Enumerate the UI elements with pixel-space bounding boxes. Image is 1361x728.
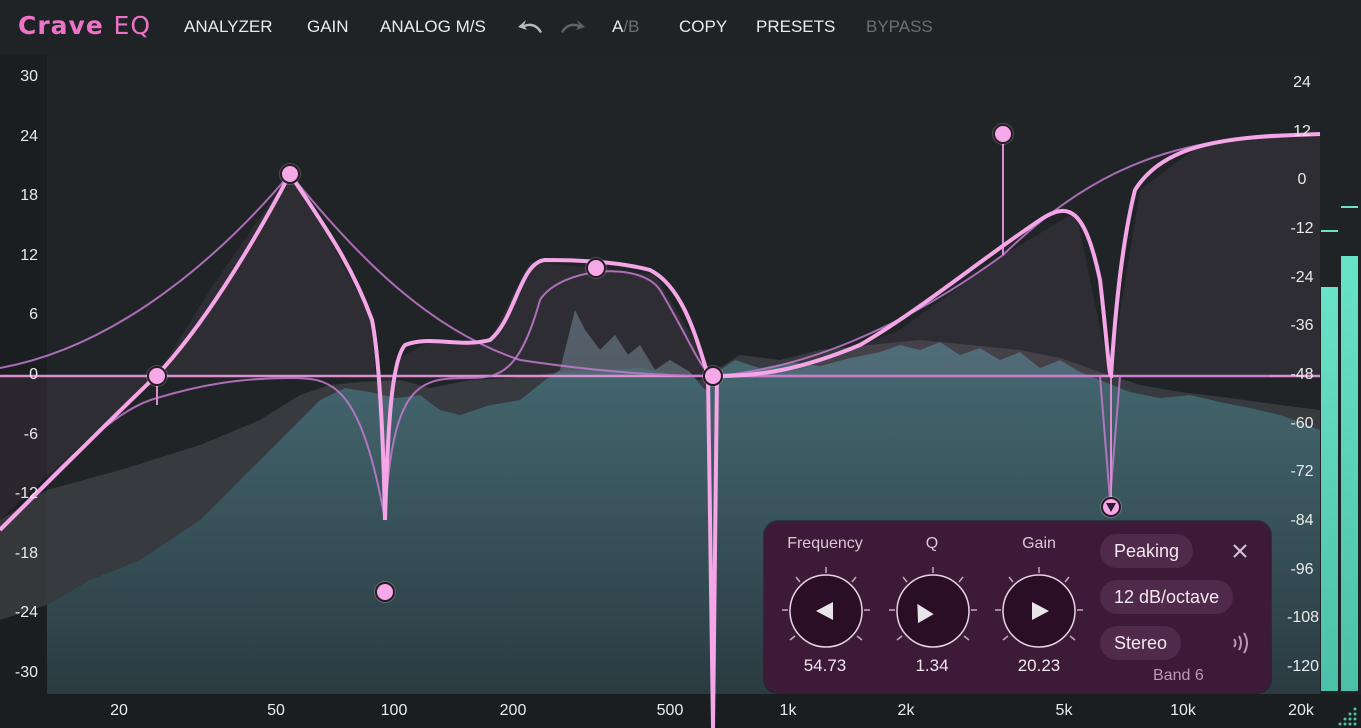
y-tick: 30 [20,68,38,85]
filter-type-select[interactable]: Peaking [1100,534,1194,568]
y-right-tick: -60 [1290,415,1314,432]
y-tick: -30 [14,664,38,681]
band-handle-4[interactable] [585,257,607,279]
band-handle-2[interactable] [279,163,301,185]
band-label: Band 6 [1153,667,1204,684]
y-tick: 6 [29,306,38,323]
y-tick: 24 [20,128,38,145]
x-tick: 20 [110,702,128,719]
gain-knob[interactable] [991,565,1087,657]
y-right-tick: -12 [1290,220,1314,237]
y-right-tick: -120 [1287,658,1320,675]
q-knob[interactable] [885,565,981,657]
frequency-label: Frequency [787,535,863,552]
gain-button[interactable]: GAIN [307,17,349,37]
frequency-knob[interactable] [778,565,874,657]
y-right-tick: -36 [1290,317,1314,334]
gain-value[interactable]: 20.23 [989,656,1089,676]
x-tick: 10k [1170,702,1196,719]
y-tick: -6 [23,426,38,443]
y-right-tick: -84 [1290,512,1314,529]
x-tick: 2k [897,702,915,719]
peak-hold-left [1321,230,1338,232]
redo-icon[interactable] [557,16,587,38]
y-right-tick: 0 [1297,171,1307,188]
a-state[interactable]: A [612,17,623,36]
slope-select[interactable]: 12 dB/octave [1100,580,1234,614]
presets-button[interactable]: PRESETS [756,17,835,37]
logo-main: Crave [18,11,104,40]
copy-button[interactable]: COPY [679,17,727,37]
y-right-tick: 24 [1293,74,1311,91]
logo-sub: EQ [113,11,152,40]
y-tick: -18 [14,545,38,562]
gain-label: Gain [1022,535,1056,552]
band-handle-7[interactable] [1100,496,1122,518]
y-tick: -24 [14,604,38,621]
bypass-button[interactable]: BYPASS [866,17,933,37]
y-right-tick: -48 [1290,366,1314,383]
x-tick: 20k [1288,702,1314,719]
y-tick: -12 [14,485,38,502]
x-tick: 500 [656,702,684,719]
meter-left [1321,287,1338,691]
y-tick: 18 [20,187,38,204]
x-tick: 50 [267,702,285,719]
y-right-tick: 12 [1293,123,1311,140]
ab-compare[interactable]: A/B [612,17,639,37]
x-tick: 5k [1055,702,1073,719]
analyzer-button[interactable]: ANALYZER [184,17,273,37]
toolbar: Crave EQ ANALYZER GAIN ANALOG M/S A/B CO… [0,0,1361,54]
frequency-value[interactable]: 54.73 [775,656,875,676]
x-tick: 100 [380,702,408,719]
band-handle-5[interactable] [702,365,724,387]
q-value[interactable]: 1.34 [882,656,982,676]
band-handle-6[interactable] [992,123,1014,145]
x-tick: 200 [499,702,527,719]
meter-right [1341,256,1358,691]
y-right-tick: -96 [1290,561,1314,578]
logo: Crave EQ [18,11,151,40]
y-right-tick: -72 [1290,463,1314,480]
analog-ms-button[interactable]: ANALOG M/S [380,17,486,37]
b-state[interactable]: B [628,17,639,36]
x-tick: 1k [779,702,797,719]
band-editor-panel: Frequency Q Gain 54.73 1.34 20.23 Peakin… [764,521,1271,693]
q-label: Q [925,535,939,552]
channel-select[interactable]: Stereo [1100,626,1182,660]
undo-icon[interactable] [516,16,546,38]
solo-listen-icon[interactable] [1228,630,1254,656]
y-tick: 0 [29,366,38,383]
band-handle-1[interactable] [146,365,168,387]
band-handle-3[interactable] [374,581,396,603]
peak-hold-right [1341,206,1358,208]
close-icon[interactable] [1230,541,1250,561]
resize-grip-icon[interactable] [1338,706,1358,726]
y-right-tick: -108 [1287,609,1320,626]
y-tick: 12 [20,247,38,264]
y-right-tick: -24 [1290,269,1314,286]
